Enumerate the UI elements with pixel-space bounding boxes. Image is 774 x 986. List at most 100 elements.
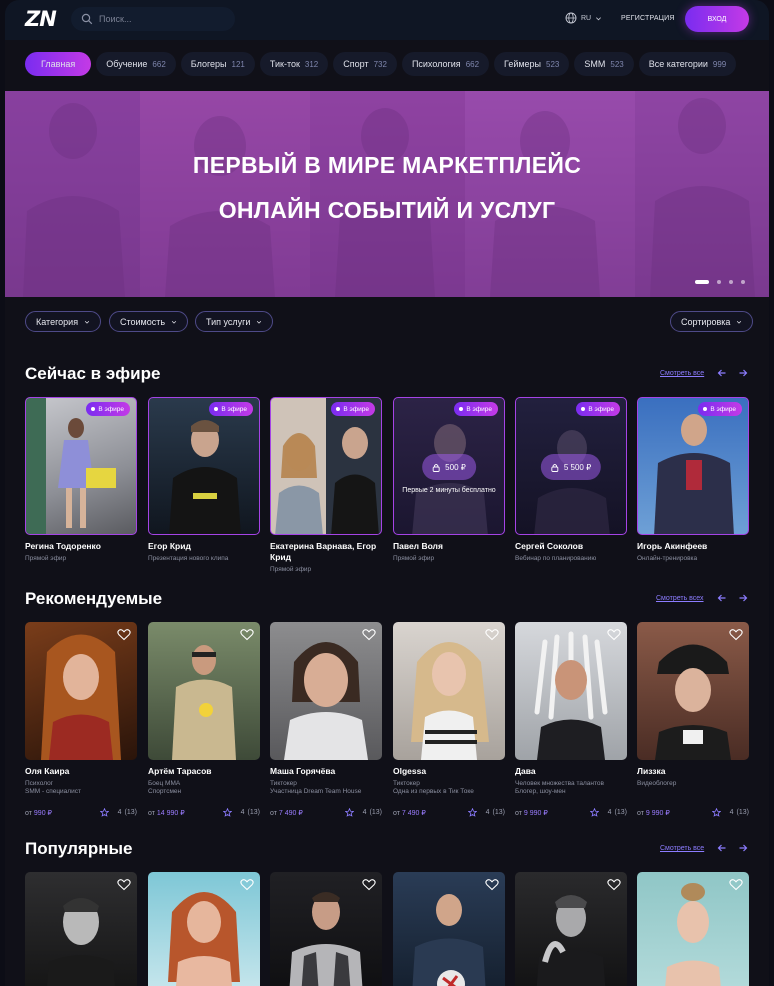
category-tab-education[interactable]: Обучение 662 (96, 52, 176, 76)
live-card[interactable]: В эфире 500 ₽ Первые 2 минуты бесплатно … (393, 397, 505, 563)
carousel-dot[interactable] (695, 280, 709, 284)
login-button[interactable]: ВХОД (685, 6, 749, 32)
sort-label: Сортировка (681, 316, 731, 327)
popular-card[interactable] (515, 872, 627, 986)
arrow-right-icon[interactable] (738, 368, 748, 378)
carousel-dot[interactable] (717, 280, 721, 284)
creator-photo (515, 872, 627, 986)
live-card[interactable]: В эфире Игорь Акинфеев Онлайн-тренировка (637, 397, 749, 563)
arrow-left-icon[interactable] (717, 843, 727, 853)
heart-icon[interactable] (485, 628, 499, 641)
category-count: 523 (546, 59, 560, 69)
header: ZN RU РЕГИСТРАЦИЯ ВХОД (5, 0, 769, 40)
category-tab-sport[interactable]: Спорт 732 (333, 52, 397, 76)
language-selector[interactable]: RU (565, 12, 602, 24)
see-all-live-link[interactable]: Смотреть все (660, 370, 704, 377)
live-card-subtitle: Прямой эфир (270, 566, 312, 573)
popular-card[interactable] (25, 872, 137, 986)
heart-icon[interactable] (362, 878, 376, 891)
heart-icon[interactable] (117, 878, 131, 891)
category-count: 999 (712, 59, 727, 69)
creator-card[interactable]: Маша Горячёва Тиктокер Участница Dream Te… (270, 622, 382, 820)
creator-photo (515, 622, 627, 760)
arrow-left-icon[interactable] (717, 593, 727, 603)
section-title-recommended: Рекомендуемые (25, 589, 163, 608)
creator-price: от 9 990 ₽ (515, 809, 548, 817)
heart-icon[interactable] (607, 628, 621, 641)
live-card-subtitle: Прямой эфир (25, 555, 67, 562)
arrow-right-icon[interactable] (738, 843, 748, 853)
category-tab-tiktok[interactable]: Тик-ток 312 (259, 52, 329, 76)
person-illustration (172, 645, 236, 760)
live-card[interactable]: В эфире 5 500 ₽ Сергей Соколов Вебинар п… (515, 397, 627, 563)
carousel-dot[interactable] (729, 280, 733, 284)
lock-icon (551, 463, 559, 472)
category-tab-psychology[interactable]: Психология 662 (401, 52, 490, 76)
category-tab-bloggers[interactable]: Блогеры 121 (180, 52, 255, 76)
arrow-left-icon[interactable] (717, 368, 727, 378)
heart-icon[interactable] (362, 628, 376, 641)
heart-icon[interactable] (729, 628, 743, 641)
filter-label: Категория (36, 316, 79, 327)
category-tab-smm[interactable]: SMM 523 (574, 52, 634, 76)
creator-card[interactable]: Артём Тарасов Боец MMA Спортсмен от 14 99… (148, 622, 260, 820)
filter-category[interactable]: Категория (25, 311, 102, 332)
paid-access-pill[interactable]: 500 ₽ (422, 454, 476, 480)
creator-name: Лиззка (637, 766, 666, 776)
chevron-down-icon (596, 16, 602, 20)
popular-card[interactable] (270, 872, 382, 986)
category-tab-gamers[interactable]: Геймеры 523 (494, 52, 570, 76)
live-badge: В эфире (698, 402, 742, 416)
creator-card[interactable]: Дава Человек множества талантов Блогер, ш… (515, 622, 627, 820)
creator-card[interactable]: Лиззка Видеоблогер от 9 990 ₽ 4 (13) (637, 622, 749, 820)
logo[interactable]: ZN (25, 7, 57, 31)
popular-card[interactable] (637, 872, 749, 986)
creator-photo (637, 622, 749, 760)
creator-rating: 4 (13) (711, 808, 749, 817)
live-card-subtitle: Презентация нового клипа (148, 555, 229, 562)
popular-card[interactable] (393, 872, 505, 986)
search-box[interactable] (71, 7, 235, 31)
heart-icon[interactable] (485, 878, 499, 891)
creator-rating: 4 (13) (344, 808, 382, 817)
creator-subtitle: Тиктокер Одна из первых в Тик Токе (393, 780, 474, 795)
category-label: Психология (411, 59, 461, 69)
see-all-popular-link[interactable]: Смотреть все (660, 845, 704, 852)
arrow-right-icon[interactable] (738, 593, 748, 603)
sort-dropdown[interactable]: Сортировка (670, 311, 754, 332)
creator-photo (25, 872, 137, 986)
carousel-dot[interactable] (741, 280, 745, 284)
heart-icon[interactable] (729, 878, 743, 891)
category-tab-home[interactable]: Главная (25, 52, 92, 76)
live-badge: В эфире (209, 402, 253, 416)
live-card[interactable]: В эфире Регина Тодоренко Прямой эфир (25, 397, 137, 563)
heart-icon[interactable] (117, 628, 131, 641)
category-count: 121 (231, 59, 245, 69)
register-link[interactable]: РЕГИСТРАЦИЯ (621, 15, 675, 22)
category-label: Главная (41, 59, 76, 69)
creator-price: от 9 990 ₽ (637, 809, 670, 817)
live-card[interactable]: В эфире Екатерина Варнава, Егор Крид Пря… (270, 397, 382, 574)
person-illustration (655, 644, 731, 760)
paid-access-pill[interactable]: 5 500 ₽ (540, 454, 602, 480)
creator-photo (393, 872, 505, 986)
heart-icon[interactable] (607, 878, 621, 891)
see-all-recommended-link[interactable]: Смотреть всех (656, 595, 704, 602)
category-label: Спорт (343, 59, 369, 69)
category-tab-all[interactable]: Все категории 999 (638, 52, 737, 76)
creator-price-row: от 7 490 ₽ 4 (13) (393, 808, 505, 817)
heart-icon[interactable] (240, 878, 254, 891)
category-count: 662 (152, 59, 166, 69)
popular-card[interactable] (148, 872, 260, 986)
heart-icon[interactable] (240, 628, 254, 641)
chevron-down-icon (737, 320, 742, 324)
hero-banner[interactable]: ПЕРВЫЙ В МИРЕ МАРКЕТПЛЕЙС ОНЛАЙН СОБЫТИЙ… (5, 91, 769, 297)
creator-photo (148, 872, 260, 986)
creator-photo (25, 622, 137, 760)
filter-service-type[interactable]: Тип услуги (195, 311, 274, 332)
search-input[interactable] (99, 14, 219, 24)
creator-card[interactable]: Olgessa Тиктокер Одна из первых в Тик Ток… (393, 622, 505, 820)
filter-cost[interactable]: Стоимость (109, 311, 189, 332)
live-card[interactable]: В эфире Егор Крид Презентация нового кли… (148, 397, 260, 563)
creator-card[interactable]: Оля Каира Психолог SMM - специалист от 99… (25, 622, 137, 820)
